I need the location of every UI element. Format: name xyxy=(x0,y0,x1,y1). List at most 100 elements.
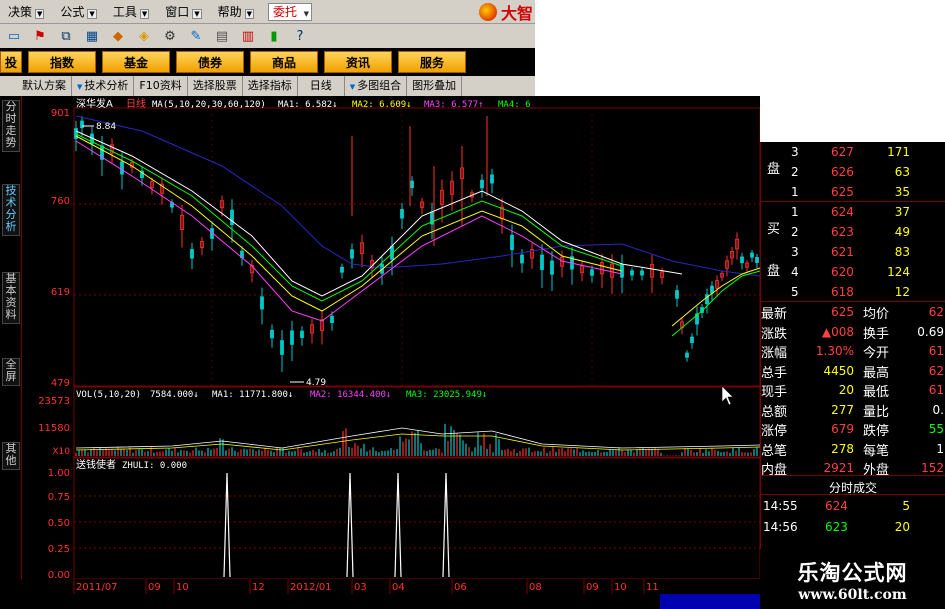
toolbar-diamond-icon[interactable]: ◈ xyxy=(134,27,154,45)
candle-body xyxy=(551,261,554,274)
toolbar: ▭ ⚑ ⧉ ▦ ◆ ◈ ⚙ ✎ ▤ ▥ ▮ ? xyxy=(0,24,535,48)
quote-row: 总手4450最高62 xyxy=(761,361,945,381)
ma-line-blue xyxy=(76,116,760,276)
quote-value: 625 xyxy=(831,305,854,319)
ind-tick-075: 0.75 xyxy=(48,492,70,503)
nav-button-index[interactable]: 指数 xyxy=(28,51,96,73)
volume-bars xyxy=(76,424,760,456)
toolbar-gear-icon[interactable]: ⚙ xyxy=(160,27,180,45)
date-label: 12 xyxy=(252,582,265,593)
toolbar-window-icon[interactable]: ▭ xyxy=(4,27,24,45)
candle-body xyxy=(756,257,759,262)
nav-button-news[interactable]: 资讯 xyxy=(324,51,392,73)
date-label: 09 xyxy=(586,582,599,593)
toolbar-books-icon[interactable]: ▮ xyxy=(264,27,284,45)
candle-body xyxy=(191,249,194,258)
quote-key-2: 跌停 xyxy=(863,420,889,439)
quote-key: 总笔 xyxy=(761,440,787,459)
candle-body xyxy=(271,330,274,338)
tab-overlay[interactable]: 图形叠加 xyxy=(407,76,462,96)
sell-side-label: 盘 xyxy=(767,158,780,177)
buy-level: 2 xyxy=(791,225,799,239)
price-tick-619: 619 xyxy=(51,287,70,298)
buy-volume: 83 xyxy=(895,245,910,259)
buy-price: 621 xyxy=(831,245,854,259)
menu-window[interactable]: 窗口 xyxy=(157,0,209,24)
scrollbar-thumb[interactable] xyxy=(660,594,760,609)
ma1-value: MA1: 6.582↓ xyxy=(278,100,338,110)
quote-row: 最新625均价62 xyxy=(761,302,945,322)
toolbar-flag-icon[interactable]: ⚑ xyxy=(30,27,50,45)
vol-value: 7584.000↓ xyxy=(150,390,199,400)
menu-decision[interactable]: 决策 xyxy=(0,0,52,24)
tab-select-indicator[interactable]: 选择指标 xyxy=(243,76,298,96)
candle-body xyxy=(631,271,634,275)
tab-f10[interactable]: F10资料 xyxy=(134,76,187,96)
vtab-technical[interactable]: 技术分析 xyxy=(2,184,20,236)
trade-price: 624 xyxy=(825,499,848,513)
menu-formula[interactable]: 公式 xyxy=(52,0,104,24)
vtab-fullscreen[interactable]: 全屏 xyxy=(2,358,20,386)
quote-key: 涨幅 xyxy=(761,342,787,361)
trades-title: 分时成交 xyxy=(829,479,877,496)
ind-tick-025: 0.25 xyxy=(48,544,70,555)
quote-key-2: 每笔 xyxy=(863,440,889,459)
candle-body xyxy=(301,331,304,338)
nav-button-service[interactable]: 服务 xyxy=(398,51,466,73)
toolbar-note-icon[interactable]: ▤ xyxy=(212,27,232,45)
stock-name: 深华发A xyxy=(76,97,113,110)
ind-tick-050: 0.50 xyxy=(48,518,70,529)
menu-tools[interactable]: 工具 xyxy=(105,0,157,24)
nav-button-0[interactable]: 投 xyxy=(0,51,22,73)
ma2-value: MA2: 6.609↓ xyxy=(352,100,412,110)
mouse-cursor-icon xyxy=(722,386,733,405)
buy-price: 618 xyxy=(831,285,854,299)
buy-level: 1 xyxy=(791,205,799,219)
vol-ma1: MA1: 11771.800↓ xyxy=(212,390,293,400)
toolbar-table-icon[interactable]: ▥ xyxy=(238,27,258,45)
nav-button-bond[interactable]: 债券 xyxy=(176,51,244,73)
indicator-name: 送钱使者 xyxy=(76,458,116,471)
buy-volume: 37 xyxy=(895,205,910,219)
kline-chart-svg[interactable]: 深华发A 日线 MA(5,10,20,30,60,120) MA1: 6.582… xyxy=(22,96,760,579)
date-label: 06 xyxy=(454,582,467,593)
toolbar-grid-icon[interactable]: ▦ xyxy=(82,27,102,45)
candle-body xyxy=(686,353,689,357)
ind-tick-000: 0.00 xyxy=(48,570,70,579)
quote-row: 总笔278每笔1 xyxy=(761,439,945,459)
buy-row: 162437 xyxy=(761,202,945,222)
nav-button-fund[interactable]: 基金 xyxy=(102,51,170,73)
trade-volume: 5 xyxy=(902,499,910,513)
tab-daily[interactable]: 日线 xyxy=(298,76,345,96)
vtab-basic-info[interactable]: 基本资料 xyxy=(2,272,20,324)
quote-key: 涨跌 xyxy=(761,323,787,342)
toolbar-chart-icon[interactable]: ◆ xyxy=(108,27,128,45)
candle-body xyxy=(81,121,84,128)
quote-key-2: 换手 xyxy=(863,323,889,342)
ma-lines xyxy=(76,116,760,336)
tab-select-stock[interactable]: 选择股票 xyxy=(188,76,243,96)
menu-help[interactable]: 帮助 xyxy=(210,0,262,24)
tab-multi-chart[interactable]: 多图组合 xyxy=(345,76,407,96)
weituo-dropdown[interactable]: 委托 xyxy=(268,3,312,21)
toolbar-binoculars-icon[interactable]: ⧉ xyxy=(56,27,76,45)
nav-button-commodity[interactable]: 商品 xyxy=(250,51,318,73)
candle-body xyxy=(676,291,679,299)
date-label: 09 xyxy=(148,582,161,593)
buy-row: 4620124 xyxy=(761,262,945,282)
quote-value-2: 62 xyxy=(929,364,944,378)
sell-volume: 63 xyxy=(895,165,910,179)
vtab-other[interactable]: 其他 xyxy=(2,442,20,470)
vtab-timeshare[interactable]: 分时走势 xyxy=(2,100,20,152)
vol-tick-high: 23573 xyxy=(38,396,70,407)
trade-time: 14:56 xyxy=(763,520,798,534)
toolbar-pen-icon[interactable]: ✎ xyxy=(186,27,206,45)
toolbar-help-icon[interactable]: ? xyxy=(290,27,310,45)
quote-value-2: 55 xyxy=(929,422,944,436)
tab-technical-analysis[interactable]: 技术分析 xyxy=(72,76,134,96)
tab-default-plan[interactable]: 默认方案 xyxy=(0,76,72,96)
period-label: 日线 xyxy=(126,97,146,110)
candle-body xyxy=(741,257,744,263)
date-label: 10 xyxy=(176,582,189,593)
candle-body xyxy=(711,286,714,293)
